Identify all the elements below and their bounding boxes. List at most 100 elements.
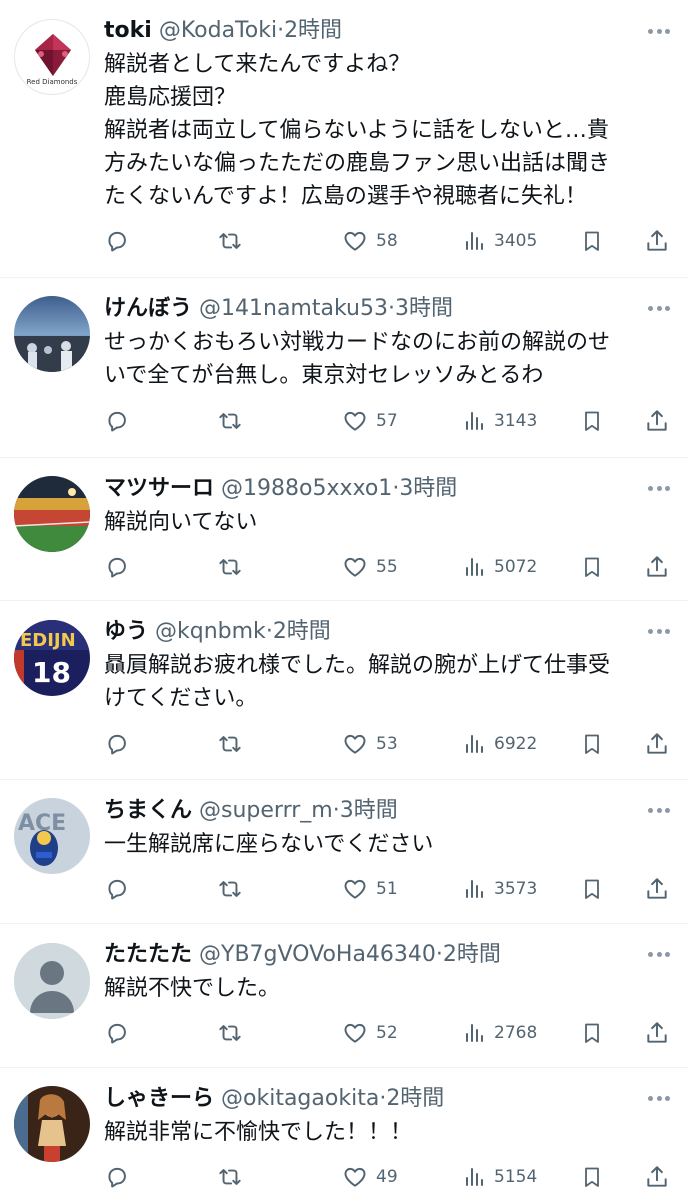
like-button[interactable]: 57	[342, 405, 398, 437]
display-name[interactable]: toki	[104, 18, 152, 43]
tweet[interactable]: しゃきーら @okitagaokita·2時間 解説非常に不愉快でした！！！ 4…	[0, 1068, 688, 1200]
like-button[interactable]: 53	[342, 728, 398, 760]
display-name[interactable]: ゆう	[104, 619, 148, 644]
bookmark-button[interactable]	[580, 405, 604, 437]
retweet-button[interactable]	[216, 551, 244, 583]
reply-button[interactable]	[104, 873, 130, 905]
avatar[interactable]	[14, 1086, 90, 1162]
share-button[interactable]	[644, 225, 670, 257]
display-name[interactable]: ちまくん	[104, 798, 192, 823]
timestamp[interactable]: 2時間	[386, 1086, 444, 1111]
share-button[interactable]	[644, 728, 670, 760]
reply-button[interactable]	[104, 225, 130, 257]
avatar[interactable]: Red Diamonds	[14, 19, 90, 95]
display-name[interactable]: しゃきーら	[104, 1086, 214, 1111]
views-button[interactable]: 5072	[462, 551, 537, 583]
tweet-header: しゃきーら @okitagaokita·2時間	[104, 1068, 672, 1116]
more-icon[interactable]	[648, 1096, 670, 1102]
more-icon[interactable]	[648, 306, 670, 312]
bookmark-button[interactable]	[580, 1017, 604, 1049]
bookmark-icon	[585, 734, 599, 754]
retweet-button[interactable]	[216, 405, 244, 437]
share-button[interactable]	[644, 1161, 670, 1193]
like-count: 57	[376, 411, 398, 431]
views-button[interactable]: 3143	[462, 405, 537, 437]
like-button[interactable]: 49	[342, 1161, 398, 1193]
bookmark-button[interactable]	[580, 873, 604, 905]
timestamp[interactable]: 2時間	[273, 619, 331, 644]
reply-button[interactable]	[104, 1161, 130, 1193]
share-button[interactable]	[644, 405, 670, 437]
avatar[interactable]	[14, 296, 90, 372]
timestamp[interactable]: 2時間	[284, 18, 342, 43]
more-icon[interactable]	[648, 952, 670, 958]
tweet-text-line: たくないんですよ！広島の選手や視聴者に失礼！	[104, 184, 587, 209]
avatar[interactable]: EDIJN 18	[14, 620, 90, 696]
avatar[interactable]: ACE	[14, 798, 90, 874]
retweet-button[interactable]	[216, 225, 244, 257]
more-icon[interactable]	[648, 29, 670, 35]
action-bar: 51 3573	[104, 873, 672, 905]
reply-button[interactable]	[104, 551, 130, 583]
tweet-text-line: 解説向いてない	[104, 510, 258, 535]
share-button[interactable]	[644, 551, 670, 583]
retweet-button[interactable]	[216, 1017, 244, 1049]
concert-crowd-photo	[14, 296, 90, 372]
views-button[interactable]: 3573	[462, 873, 537, 905]
timestamp[interactable]: 3時間	[395, 296, 453, 321]
tweet-text-line: 鹿島応援団？	[104, 85, 237, 110]
heart-icon	[344, 879, 366, 899]
more-icon[interactable]	[648, 808, 670, 814]
avatar[interactable]	[14, 476, 90, 552]
user-handle[interactable]: @YB7gVOVoHa46340	[199, 942, 436, 967]
like-button[interactable]: 51	[342, 873, 398, 905]
display-name[interactable]: けんぼう	[104, 296, 192, 321]
like-button[interactable]: 52	[342, 1017, 398, 1049]
tweet[interactable]: マツサーロ @1988o5xxxo1·3時間 解説向いてない 55 5072	[0, 458, 688, 601]
bookmark-button[interactable]	[580, 1161, 604, 1193]
user-handle[interactable]: @141namtaku53	[199, 296, 388, 321]
timestamp[interactable]: 2時間	[443, 942, 501, 967]
retweet-button[interactable]	[216, 728, 244, 760]
display-name[interactable]: たたたた	[104, 942, 192, 967]
tweet[interactable]: Red Diamonds toki @KodaToki·2時間 解説者として来た…	[0, 0, 688, 278]
like-button[interactable]: 58	[342, 225, 398, 257]
user-handle[interactable]: @KodaToki	[159, 18, 277, 43]
user-handle[interactable]: @1988o5xxxo1	[221, 476, 392, 501]
tweet[interactable]: けんぼう @141namtaku53·3時間 せっかくおもろい対戦カードなのにお…	[0, 278, 688, 458]
bookmark-button[interactable]	[580, 728, 604, 760]
like-button[interactable]: 55	[342, 551, 398, 583]
reply-button[interactable]	[104, 405, 130, 437]
tweet[interactable]: たたたた @YB7gVOVoHa46340·2時間 解説不快でした。 52 27…	[0, 924, 688, 1068]
tweet-text-line: けてください。	[104, 686, 258, 711]
retweet-icon	[219, 559, 241, 575]
display-name[interactable]: マツサーロ	[104, 476, 214, 501]
bookmark-button[interactable]	[580, 225, 604, 257]
bookmark-button[interactable]	[580, 551, 604, 583]
tweet[interactable]: EDIJN 18 ゆう @kqnbmk·2時間 贔屓解説お疲れ様でした。解説の腕…	[0, 601, 688, 780]
user-handle[interactable]: @okitagaokita	[221, 1086, 379, 1111]
reply-button[interactable]	[104, 728, 130, 760]
tweet-text-line: いで全てが台無し。東京対セレッソみとるわ	[104, 363, 544, 388]
more-icon[interactable]	[648, 629, 670, 635]
views-button[interactable]: 3405	[462, 225, 537, 257]
views-button[interactable]: 2768	[462, 1017, 537, 1049]
user-handle[interactable]: @superrr_m	[199, 798, 333, 823]
action-bar: 49 5154	[104, 1161, 672, 1193]
share-button[interactable]	[644, 1017, 670, 1049]
views-button[interactable]: 6922	[462, 728, 537, 760]
view-count: 3405	[494, 231, 538, 251]
timestamp[interactable]: 3時間	[340, 798, 398, 823]
tweet-header: ゆう @kqnbmk·2時間	[104, 601, 672, 649]
tweet[interactable]: ACE ちまくん @superrr_m·3時間 一生解説席に座らないでください …	[0, 780, 688, 924]
avatar[interactable]	[14, 943, 90, 1019]
timestamp[interactable]: 3時間	[399, 476, 457, 501]
user-handle[interactable]: @kqnbmk	[155, 619, 266, 644]
views-button[interactable]: 5154	[462, 1161, 537, 1193]
more-icon[interactable]	[648, 486, 670, 492]
retweet-button[interactable]	[216, 1161, 244, 1193]
reply-button[interactable]	[104, 1017, 130, 1049]
retweet-button[interactable]	[216, 873, 244, 905]
share-button[interactable]	[644, 873, 670, 905]
mascot-photo: ACE	[14, 798, 90, 874]
